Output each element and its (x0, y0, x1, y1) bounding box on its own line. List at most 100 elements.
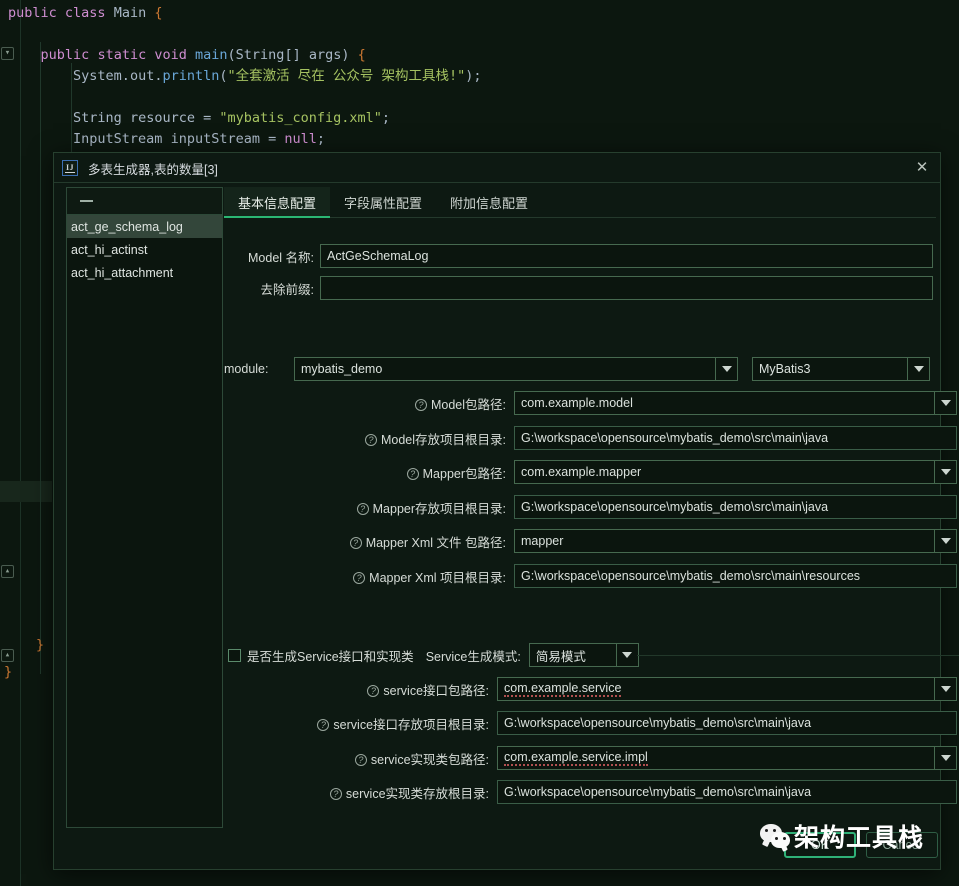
help-icon[interactable]: ? (329, 788, 342, 801)
chevron-down-icon[interactable] (615, 644, 638, 666)
model-root-input[interactable]: G:\workspace\opensource\mybatis_demo\src… (514, 426, 957, 450)
model-root-label: ? Model存放项目根目录: (224, 429, 506, 448)
chevron-down-icon[interactable] (934, 461, 956, 483)
service-impl-root-label: ? service实现类存放根目录: (224, 783, 489, 802)
model-package-label: ? Model包路径: (224, 394, 506, 413)
service-section-divider (637, 655, 959, 656)
cancel-button[interactable]: Cancel (866, 832, 938, 858)
fold-arrow-icon[interactable]: ▴ (1, 649, 14, 662)
code-line-4: System.out.println("全套激活 尽在 公众号 架构工具栈!")… (73, 68, 482, 84)
list-item[interactable]: act_ge_schema_log (67, 215, 222, 238)
chevron-down-icon[interactable] (934, 392, 956, 414)
service-mode-select[interactable]: 简易模式 (528, 643, 639, 667)
code-line-close-inner: } (36, 637, 45, 653)
help-icon[interactable]: ? (317, 719, 330, 732)
help-icon[interactable]: ? (406, 468, 419, 481)
tab-extra-info[interactable]: 附加信息配置 (436, 187, 542, 217)
service-iface-root-input[interactable]: G:\workspace\opensource\mybatis_demo\src… (497, 711, 957, 735)
tab-field-attrs[interactable]: 字段属性配置 (330, 187, 436, 217)
intellij-idea-icon-label: IJ (65, 162, 75, 173)
close-icon[interactable]: ✕ (914, 160, 930, 176)
remove-prefix-input[interactable] (320, 276, 933, 300)
screen: ▾ ▴ ▴ public class Main { public static … (0, 0, 959, 886)
generate-service-label: 是否生成Service接口和实现类 (247, 649, 414, 664)
row-mapper-root: ? Mapper存放项目根目录: G:\workspace\opensource\… (224, 495, 959, 519)
model-package-value: com.example.model (521, 396, 633, 410)
help-icon[interactable]: ? (353, 572, 366, 585)
mapper-package-value: com.example.mapper (521, 465, 642, 479)
row-service-iface-package: ?service接口包路径: com.example.service ... (224, 677, 959, 701)
tab-label: 附加信息配置 (450, 195, 529, 211)
table-list-header[interactable] (67, 188, 222, 215)
service-impl-root-input[interactable]: G:\workspace\opensource\mybatis_demo\src… (497, 780, 957, 804)
row-service-iface-root: ? service接口存放项目根目录: G:\workspace\opensour… (224, 711, 959, 735)
model-package-input[interactable]: com.example.model (514, 391, 957, 415)
tab-label: 基本信息配置 (238, 195, 317, 211)
multi-table-generator-dialog: IJ 多表生成器,表的数量[3] ✕ act_ge_schema_log act… (53, 152, 959, 870)
row-service-impl-package: ? service实现类包路径: com.example.service.impl… (224, 746, 959, 770)
service-iface-root-label: ? service接口存放项目根目录: (224, 714, 489, 733)
framework-select[interactable]: MyBatis3 (752, 357, 930, 381)
row-model-package: ?Model包路径: com.example.model ... (224, 391, 959, 415)
ok-button[interactable]: OK (784, 832, 856, 858)
chevron-down-icon[interactable] (715, 358, 737, 380)
chevron-down-icon[interactable] (934, 747, 956, 769)
service-impl-package-input[interactable]: com.example.service.impl (497, 746, 957, 770)
model-name-label: Model 名称: (248, 250, 314, 265)
code-line-1: public class Main { (8, 5, 163, 21)
mapper-package-input[interactable]: com.example.mapper (514, 460, 957, 484)
row-mapper-xml-root: ? Mapper Xml 项目根目录: G:\workspace\opensour… (224, 564, 959, 588)
tab-bar: 基本信息配置 字段属性配置 附加信息配置 (224, 187, 936, 218)
mapper-root-input[interactable]: G:\workspace\opensource\mybatis_demo\src… (514, 495, 957, 519)
intellij-idea-icon: IJ (62, 160, 78, 176)
table-name: act_ge_schema_log (71, 219, 183, 234)
model-name-input[interactable]: ActGeSchemaLog (320, 244, 933, 268)
help-icon[interactable]: ? (349, 537, 362, 550)
dialog-body: act_ge_schema_log act_hi_actinst act_hi_… (54, 183, 959, 869)
module-label: module: (224, 362, 269, 376)
row-service-impl-root: ? service实现类存放根目录: G:\workspace\opensourc… (224, 780, 959, 804)
caret-line-highlight (0, 481, 52, 502)
tab-label: 字段属性配置 (344, 195, 423, 211)
mapper-xml-root-input[interactable]: G:\workspace\opensource\mybatis_demo\src… (514, 564, 957, 588)
fold-arrow-icon[interactable]: ▴ (1, 565, 14, 578)
minus-icon[interactable] (80, 200, 93, 202)
service-impl-package-value: com.example.service.impl (504, 750, 648, 766)
code-line-3: public static void main(String[] args) { (40, 47, 366, 63)
list-item[interactable]: act_hi_attachment (67, 261, 222, 284)
code-line-close-outer: } (4, 664, 13, 680)
help-icon[interactable]: ? (414, 399, 427, 412)
help-icon[interactable]: ? (367, 685, 380, 698)
mapper-package-label: ? Mapper包路径: (224, 463, 506, 482)
list-item[interactable]: act_hi_actinst (67, 238, 222, 261)
mapper-xml-root-label: ? Mapper Xml 项目根目录: (224, 567, 506, 586)
table-name: act_hi_attachment (71, 265, 174, 280)
mapper-xml-package-input[interactable]: mapper (514, 529, 957, 553)
tab-basic-info[interactable]: 基本信息配置 (224, 187, 331, 218)
chevron-down-icon[interactable] (934, 678, 956, 700)
service-iface-package-value: com.example.service (504, 681, 622, 697)
row-model-name: Model 名称: ActGeSchemaLog (224, 244, 933, 268)
dialog-titlebar: IJ 多表生成器,表的数量[3] ✕ (54, 153, 940, 183)
help-icon[interactable]: ? (354, 754, 367, 767)
code-line-7: InputStream inputStream = null; (73, 131, 326, 147)
table-name: act_hi_actinst (71, 242, 148, 257)
chevron-down-icon[interactable] (934, 530, 956, 552)
row-module: module: mybatis_demo MyBatis3 (224, 357, 930, 381)
help-icon[interactable]: ? (356, 503, 369, 516)
framework-value: MyBatis3 (759, 362, 811, 376)
module-value: mybatis_demo (301, 362, 383, 376)
row-mapper-xml-package: ?Mapper Xml 文件 包路径: mapper ... (224, 529, 959, 553)
chevron-down-icon[interactable] (907, 358, 929, 380)
generate-service-checkbox[interactable] (228, 648, 241, 662)
row-mapper-package: ?Mapper包路径: com.example.mapper ... (224, 460, 959, 484)
code-line-6: String resource = "mybatis_config.xml"; (73, 110, 391, 126)
service-mode-label: Service生成模式: (425, 649, 521, 664)
service-mode-value: 简易模式 (535, 649, 586, 664)
service-iface-package-label: ? service接口包路径: (224, 680, 489, 699)
service-iface-package-input[interactable]: com.example.service (497, 677, 957, 701)
module-select[interactable]: mybatis_demo (294, 357, 738, 381)
help-icon[interactable]: ? (364, 434, 377, 447)
dialog-title: 多表生成器,表的数量[3] (88, 162, 218, 177)
table-list-panel[interactable]: act_ge_schema_log act_hi_actinst act_hi_… (66, 187, 223, 828)
